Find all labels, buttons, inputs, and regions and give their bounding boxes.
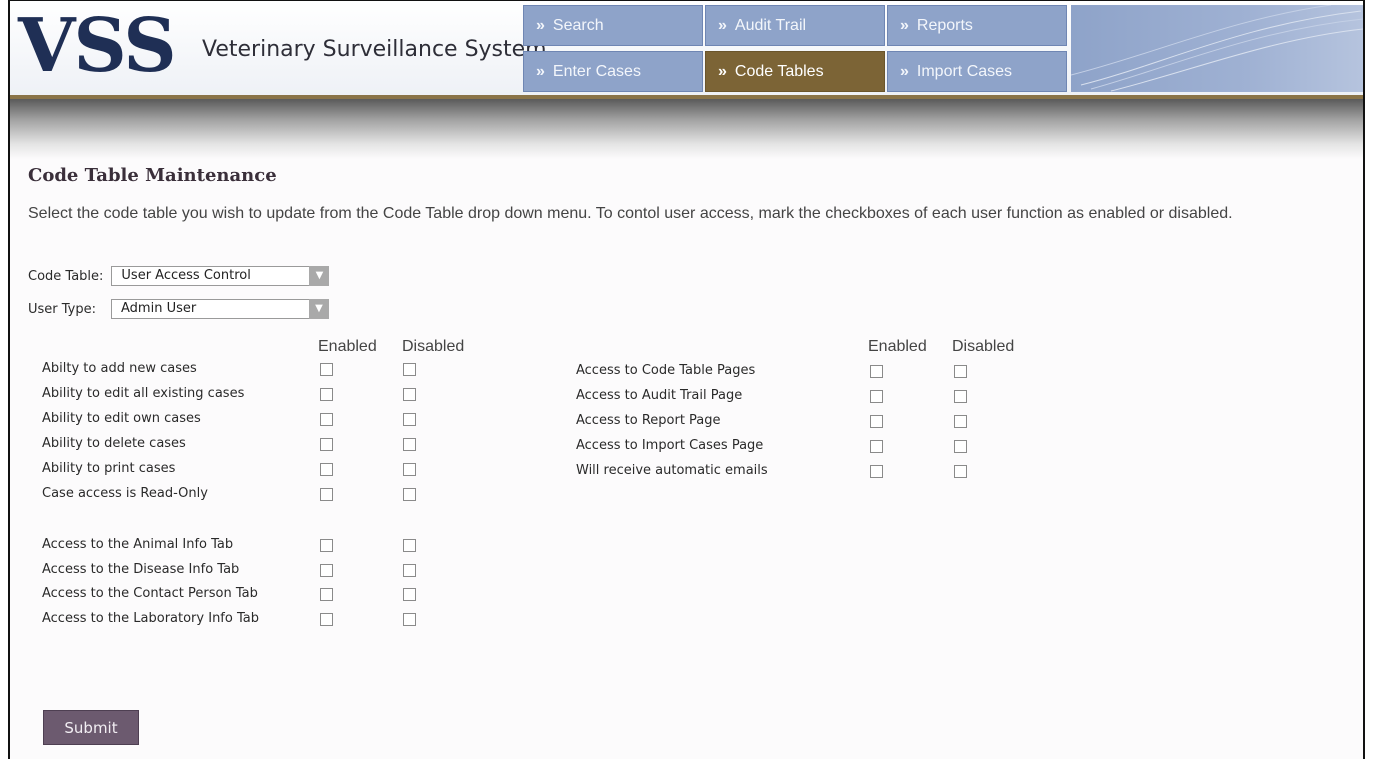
enabled-checkbox[interactable] — [320, 588, 333, 601]
function-label: Ability to delete cases — [42, 436, 186, 451]
left-disabled-header: Disabled — [402, 338, 465, 355]
enabled-checkbox[interactable] — [320, 613, 333, 626]
code-table-select[interactable]: User Access Control ▼ — [111, 266, 330, 286]
chevron-right-icon: » — [536, 16, 545, 34]
nav-label: Enter Cases — [552, 62, 641, 80]
vss-logo: VSS — [18, 3, 177, 89]
enabled-checkbox[interactable] — [320, 388, 333, 401]
enabled-checkbox[interactable] — [320, 463, 333, 476]
user-type-value: Admin User — [121, 301, 197, 316]
function-label: Ability to edit all existing cases — [42, 386, 245, 401]
function-label: Ability to edit own cases — [42, 411, 201, 426]
disabled-checkbox[interactable] — [403, 613, 416, 626]
enabled-checkbox[interactable] — [870, 415, 883, 428]
page-description: Select the code table you wish to update… — [28, 205, 1233, 222]
function-label: Access to the Laboratory Info Tab — [42, 611, 259, 626]
chevron-right-icon: » — [900, 62, 909, 80]
disabled-checkbox[interactable] — [403, 388, 416, 401]
nav-enter-cases[interactable]: » Enter Cases — [523, 51, 703, 92]
function-label: Access to Code Table Pages — [576, 363, 756, 378]
disabled-checkbox[interactable] — [403, 588, 416, 601]
function-label: Access to Report Page — [576, 413, 721, 428]
code-table-label: Code Table: — [28, 268, 104, 284]
disabled-checkbox[interactable] — [403, 438, 416, 451]
header-shadow-band — [10, 99, 1363, 159]
chevron-right-icon: » — [718, 62, 727, 80]
enabled-checkbox[interactable] — [870, 465, 883, 478]
disabled-checkbox[interactable] — [403, 564, 416, 577]
function-label: Abilty to add new cases — [42, 361, 197, 376]
disabled-checkbox[interactable] — [403, 539, 416, 552]
nav-import-cases[interactable]: » Import Cases — [887, 51, 1067, 92]
nav-label: Search — [552, 16, 604, 34]
disabled-checkbox[interactable] — [954, 465, 967, 478]
disabled-checkbox[interactable] — [954, 440, 967, 453]
enabled-checkbox[interactable] — [320, 488, 333, 501]
disabled-checkbox[interactable] — [954, 415, 967, 428]
header-decoration — [1070, 4, 1363, 92]
enabled-checkbox[interactable] — [320, 413, 333, 426]
function-label: Access to Audit Trail Page — [576, 388, 743, 403]
enabled-checkbox[interactable] — [320, 438, 333, 451]
enabled-checkbox[interactable] — [870, 440, 883, 453]
enabled-checkbox[interactable] — [870, 390, 883, 403]
dropdown-arrow-icon: ▼ — [309, 299, 330, 319]
user-type-label: User Type: — [28, 301, 97, 317]
function-label: Access to the Contact Person Tab — [42, 586, 258, 601]
app-header: VSS Veterinary Surveillance System » Sea… — [10, 1, 1363, 99]
function-label: Access to the Disease Info Tab — [42, 562, 240, 577]
nav-label: Reports — [916, 16, 973, 34]
disabled-checkbox[interactable] — [403, 463, 416, 476]
disabled-checkbox[interactable] — [954, 390, 967, 403]
nav-reports[interactable]: » Reports — [887, 5, 1067, 46]
enabled-checkbox[interactable] — [320, 363, 333, 376]
nav-label: Audit Trail — [734, 16, 807, 34]
enabled-checkbox[interactable] — [870, 365, 883, 378]
function-label: Ability to print cases — [42, 461, 176, 476]
right-enabled-header: Enabled — [868, 338, 927, 355]
app-frame: VSS Veterinary Surveillance System » Sea… — [8, 0, 1365, 759]
chevron-right-icon: » — [536, 62, 545, 80]
page-title: Code Table Maintenance — [28, 165, 277, 186]
user-type-row: User Type: Admin User ▼ — [28, 299, 330, 319]
disabled-checkbox[interactable] — [403, 488, 416, 501]
code-table-row: Code Table: User Access Control ▼ — [28, 266, 330, 286]
nav-code-tables[interactable]: » Code Tables — [705, 51, 885, 92]
disabled-checkbox[interactable] — [954, 365, 967, 378]
enabled-checkbox[interactable] — [320, 564, 333, 577]
function-label: Case access is Read-Only — [42, 486, 208, 501]
app-tagline: Veterinary Surveillance System — [202, 37, 547, 62]
nav-audit-trail[interactable]: » Audit Trail — [705, 5, 885, 46]
function-label: Access to the Animal Info Tab — [42, 537, 234, 552]
dropdown-arrow-icon: ▼ — [309, 266, 330, 286]
code-table-value: User Access Control — [121, 268, 251, 283]
right-disabled-header: Disabled — [952, 338, 1015, 355]
chevron-right-icon: » — [900, 16, 909, 34]
disabled-checkbox[interactable] — [403, 413, 416, 426]
left-enabled-header: Enabled — [318, 338, 377, 355]
swoosh-graphic — [1070, 4, 1363, 92]
nav-search[interactable]: » Search — [523, 5, 703, 46]
submit-button[interactable]: Submit — [43, 710, 139, 745]
function-label: Access to Import Cases Page — [576, 438, 764, 453]
nav-label: Code Tables — [734, 62, 824, 80]
function-label: Will receive automatic emails — [576, 463, 768, 478]
enabled-checkbox[interactable] — [320, 539, 333, 552]
disabled-checkbox[interactable] — [403, 363, 416, 376]
nav-label: Import Cases — [916, 62, 1013, 80]
user-type-select[interactable]: Admin User ▼ — [111, 299, 330, 319]
chevron-right-icon: » — [718, 16, 727, 34]
